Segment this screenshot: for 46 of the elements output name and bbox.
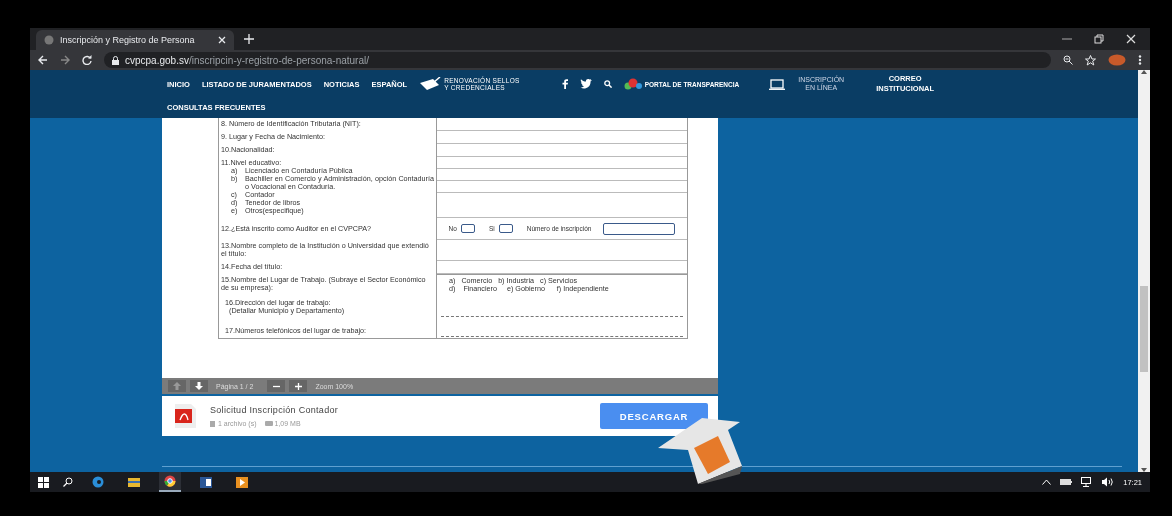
zoom-icon[interactable]: [1063, 55, 1073, 65]
play-icon[interactable]: [236, 476, 248, 488]
scrollbar[interactable]: [1138, 70, 1150, 472]
browser-icon[interactable]: [164, 475, 176, 487]
network-icon[interactable]: [1081, 477, 1094, 487]
checkbox[interactable]: [498, 224, 513, 233]
folder-icon[interactable]: [128, 477, 140, 487]
back-icon[interactable]: [38, 55, 48, 65]
next-page-button[interactable]: [190, 380, 208, 392]
stamp-icon: [419, 77, 442, 91]
zoom-in-button[interactable]: [289, 380, 308, 392]
scrollbar-thumb[interactable]: [1140, 286, 1148, 372]
search-icon[interactable]: [63, 477, 73, 487]
close-icon[interactable]: [1126, 34, 1136, 44]
volume-icon[interactable]: [1102, 477, 1115, 487]
menu-icon[interactable]: [1138, 55, 1142, 65]
checkbox[interactable]: [460, 224, 475, 233]
input-field[interactable]: [603, 222, 676, 235]
zoom-out-button[interactable]: [267, 380, 286, 392]
star-icon[interactable]: [1085, 54, 1096, 66]
globe-icon: [44, 35, 54, 45]
chevron-up-icon[interactable]: [1042, 479, 1052, 485]
browser-icon[interactable]: [92, 476, 104, 488]
lock-icon: [112, 55, 119, 65]
new-tab-icon[interactable]: [244, 34, 254, 44]
up-arrow-icon: [173, 382, 181, 390]
restore-icon[interactable]: [1094, 34, 1104, 44]
forward-icon[interactable]: [60, 55, 70, 65]
browser-tab[interactable]: Inscripción y Registro de Persona: [36, 30, 234, 50]
document-app-icon[interactable]: [200, 476, 212, 488]
avatar-icon[interactable]: [1108, 54, 1126, 66]
close-icon[interactable]: [218, 36, 226, 44]
taskbar-app[interactable]: [159, 472, 181, 492]
plus-icon: [294, 382, 302, 390]
twitter-icon[interactable]: [579, 79, 592, 89]
battery-icon[interactable]: [1060, 479, 1073, 485]
bubbles-icon: [623, 78, 642, 90]
windows-icon[interactable]: [38, 476, 49, 488]
pdf-file-icon: [172, 403, 198, 429]
file-title: Solicitud Inscripción Contador: [210, 405, 340, 415]
laptop-icon: [769, 78, 786, 90]
search-icon[interactable]: [603, 80, 612, 88]
facebook-icon[interactable]: [561, 79, 568, 89]
down-arrow-icon: [195, 382, 203, 390]
address-bar[interactable]: cvpcpa.gob.sv/inscripcin-y-registro-de-persona-natural/: [104, 52, 1051, 68]
reload-icon[interactable]: [82, 55, 92, 65]
